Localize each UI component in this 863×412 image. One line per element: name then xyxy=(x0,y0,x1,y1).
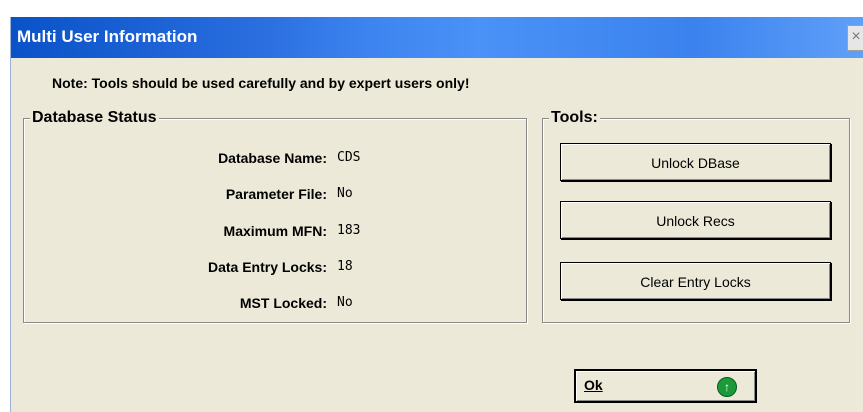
unlock-recs-button[interactable]: Unlock Recs xyxy=(560,201,831,239)
field-label: Data Entry Locks: xyxy=(207,259,327,275)
status-row-parameter-file: Parameter File: No xyxy=(24,186,526,206)
status-row-data-entry-locks: Data Entry Locks: 18 xyxy=(24,259,526,279)
field-label: Maximum MFN: xyxy=(223,223,327,239)
field-label: Database Name: xyxy=(218,150,327,166)
field-value: CDS xyxy=(337,150,361,165)
status-row-database-name: Database Name: CDS xyxy=(24,150,526,170)
field-value: 18 xyxy=(337,259,353,274)
tools-group: Tools: Unlock DBase Unlock Recs Clear En… xyxy=(542,109,850,323)
tools-legend: Tools: xyxy=(549,109,600,127)
field-value: 183 xyxy=(337,223,361,238)
close-icon[interactable]: × xyxy=(847,25,863,51)
warning-note: Note: Tools should be used carefully and… xyxy=(52,75,470,91)
unlock-dbase-button[interactable]: Unlock DBase xyxy=(560,143,831,181)
clear-entry-locks-button[interactable]: Clear Entry Locks xyxy=(560,262,831,300)
field-label: Parameter File: xyxy=(225,186,327,202)
green-up-arrow-icon: ↑ xyxy=(717,377,737,397)
field-value: No xyxy=(337,295,353,310)
database-status-legend: Database Status xyxy=(30,109,159,127)
ok-button[interactable]: Ok ↑ xyxy=(574,369,757,403)
status-row-mst-locked: MST Locked: No xyxy=(24,295,526,315)
database-status-group: Database Status Database Name: CDS Param… xyxy=(23,109,527,323)
field-label: MST Locked: xyxy=(239,295,327,311)
window-title: Multi User Information xyxy=(17,27,198,46)
title-bar[interactable]: Multi User Information xyxy=(11,17,863,58)
ok-label: Ok xyxy=(584,377,603,393)
multi-user-dialog: Multi User Information × Note: Tools sho… xyxy=(10,17,863,412)
status-row-maximum-mfn: Maximum MFN: 183 xyxy=(24,223,526,243)
field-value: No xyxy=(337,186,353,201)
